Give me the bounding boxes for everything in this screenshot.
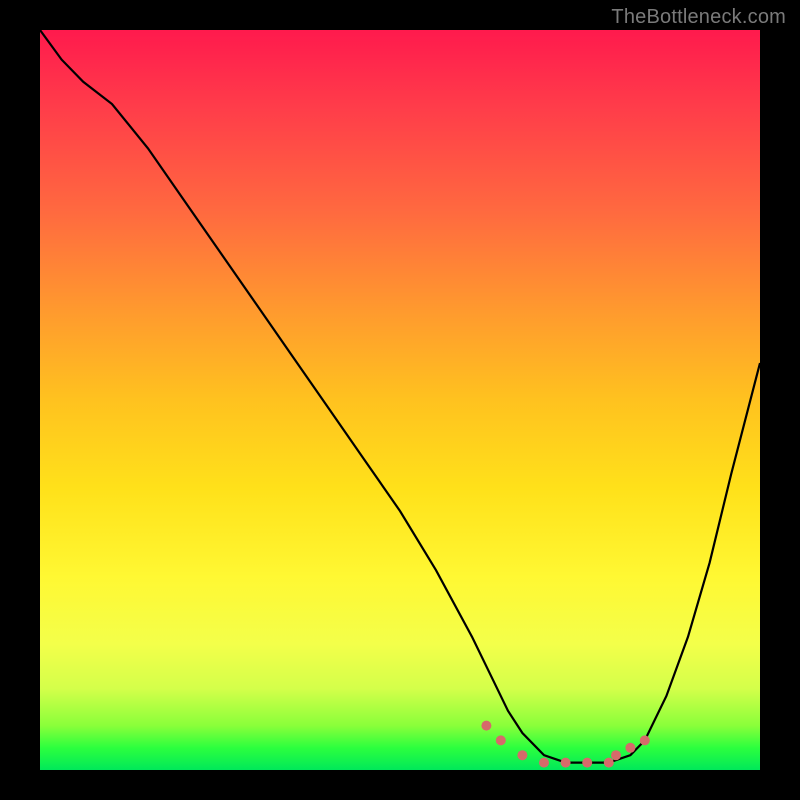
- floor-dot: [481, 721, 491, 731]
- chart-frame: TheBottleneck.com: [0, 0, 800, 800]
- floor-dot: [582, 758, 592, 768]
- floor-dot: [517, 750, 527, 760]
- chart-svg: [40, 30, 760, 770]
- floor-dot: [539, 758, 549, 768]
- floor-dot: [561, 758, 571, 768]
- floor-dot: [625, 743, 635, 753]
- floor-dot: [604, 758, 614, 768]
- floor-dot: [496, 735, 506, 745]
- plot-area: [40, 30, 760, 770]
- watermark-text: TheBottleneck.com: [611, 6, 786, 29]
- floor-dots: [481, 721, 649, 768]
- floor-dot: [611, 750, 621, 760]
- bottleneck-curve: [40, 30, 760, 763]
- floor-dot: [640, 735, 650, 745]
